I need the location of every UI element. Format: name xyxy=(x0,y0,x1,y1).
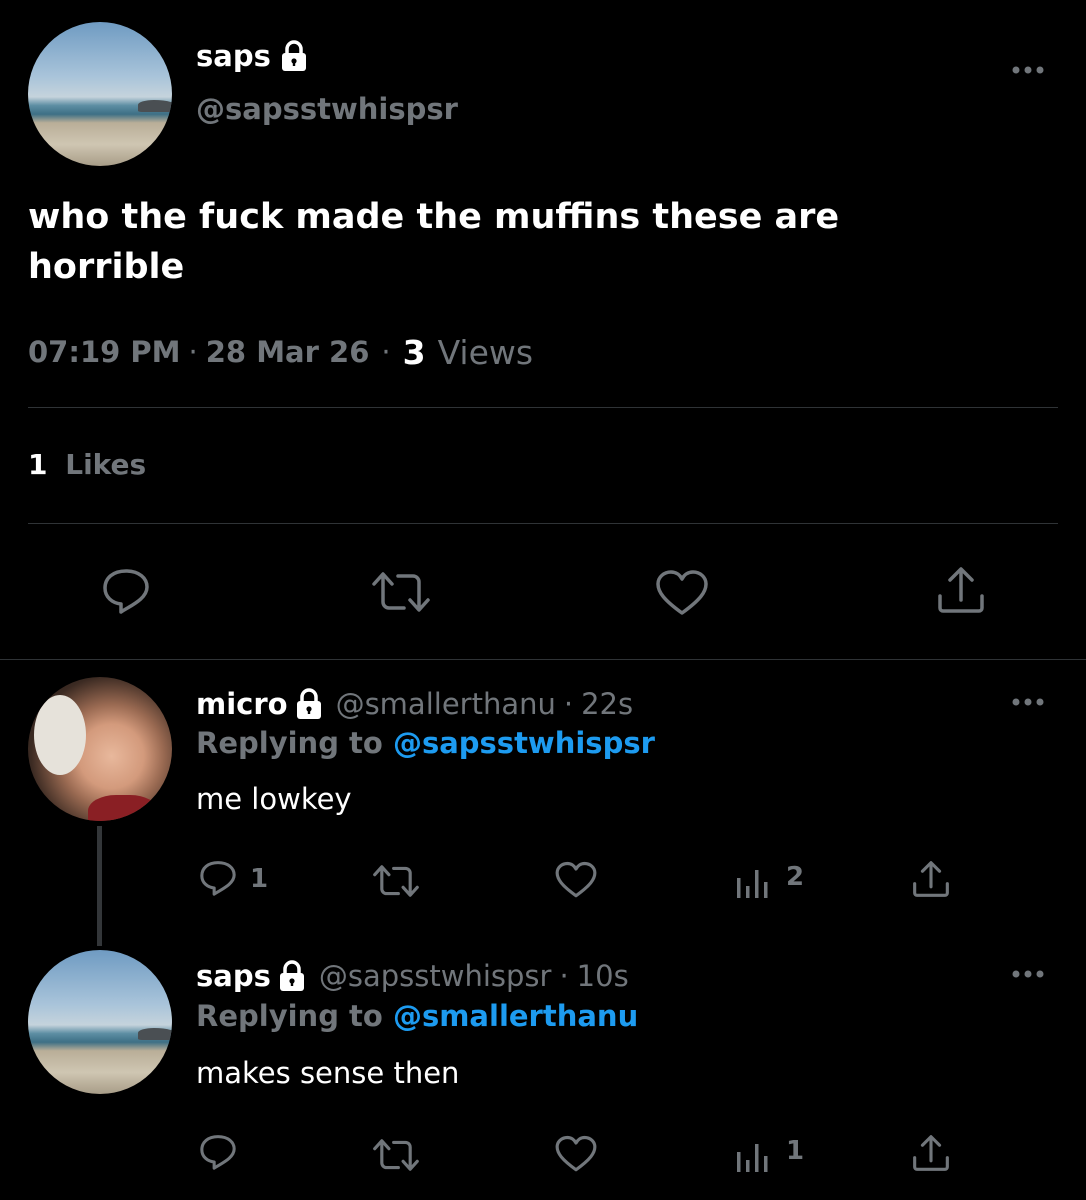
share-icon[interactable] xyxy=(934,564,988,616)
tweet-meta: 07:19 PM · 28 Mar 26 · 3 Views xyxy=(28,330,533,374)
reply-icon[interactable] xyxy=(198,858,238,898)
tweet-text-line1: who the fuck made the muffins these are xyxy=(28,197,840,237)
lock-icon xyxy=(279,40,309,72)
more-icon[interactable] xyxy=(1008,60,1048,80)
likes-label: Likes xyxy=(65,448,147,481)
meta-separator: · xyxy=(563,687,574,721)
views-icon[interactable] xyxy=(734,1138,774,1174)
meta-separator: · xyxy=(381,335,391,369)
replying-handle[interactable]: @smallerthanu xyxy=(393,999,638,1033)
like-icon[interactable] xyxy=(554,1134,598,1174)
reply-text: me lowkey xyxy=(196,782,352,816)
avatar[interactable] xyxy=(28,950,172,1094)
handle[interactable]: @sapsstwhispsr xyxy=(319,959,552,993)
divider xyxy=(0,659,1086,660)
views-count: 2 xyxy=(786,862,805,892)
like-icon[interactable] xyxy=(654,568,710,618)
retweet-icon[interactable] xyxy=(370,1136,422,1174)
likes-stat[interactable]: 1 Likes xyxy=(28,448,146,481)
avatar[interactable] xyxy=(28,22,172,166)
reply-age[interactable]: 22s xyxy=(581,687,633,721)
likes-count: 1 xyxy=(28,448,48,481)
divider xyxy=(28,523,1058,524)
reply-icon[interactable] xyxy=(100,566,152,616)
reply-count: 1 xyxy=(250,864,269,894)
reply-header: saps @sapsstwhispsr · 10s xyxy=(196,956,629,996)
replying-handle[interactable]: @sapsstwhispsr xyxy=(393,726,655,760)
share-icon[interactable] xyxy=(910,1132,952,1174)
author-row: saps xyxy=(196,36,309,76)
views-label: Views xyxy=(437,332,534,372)
handle[interactable]: @sapsstwhispsr xyxy=(196,92,458,126)
share-icon[interactable] xyxy=(910,858,952,900)
tweet-time[interactable]: 07:19 PM xyxy=(28,335,181,369)
reply-header: micro @smallerthanu · 22s xyxy=(196,684,633,724)
meta-separator: · xyxy=(188,335,198,369)
display-name[interactable]: saps xyxy=(196,39,271,73)
divider xyxy=(28,407,1058,408)
like-icon[interactable] xyxy=(554,860,598,900)
views-count: 1 xyxy=(786,1136,805,1166)
more-icon[interactable] xyxy=(1008,964,1048,984)
lock-icon xyxy=(294,688,324,720)
display-name[interactable]: micro xyxy=(196,687,288,721)
reply-text: makes sense then xyxy=(196,1056,460,1090)
thread-line xyxy=(97,826,102,946)
handle[interactable]: @smallerthanu xyxy=(336,687,556,721)
tweet-text-line2: horrible xyxy=(28,247,185,287)
reply-icon[interactable] xyxy=(198,1132,238,1172)
replying-to: Replying to @sapsstwhispsr xyxy=(196,726,655,760)
views-icon[interactable] xyxy=(734,864,774,900)
retweet-icon[interactable] xyxy=(368,568,434,616)
tweet-text: who the fuck made the muffins these are … xyxy=(28,192,839,292)
more-icon[interactable] xyxy=(1008,692,1048,712)
lock-icon xyxy=(277,960,307,992)
replying-label: Replying to xyxy=(196,999,383,1033)
avatar[interactable] xyxy=(28,677,172,821)
tweet-date[interactable]: 28 Mar 26 xyxy=(206,335,370,369)
meta-separator: · xyxy=(559,959,569,993)
reply-age[interactable]: 10s xyxy=(577,959,629,993)
replying-to: Replying to @smallerthanu xyxy=(196,999,638,1033)
display-name[interactable]: saps xyxy=(196,959,271,993)
views-count: 3 xyxy=(402,332,426,372)
replying-label: Replying to xyxy=(196,726,383,760)
retweet-icon[interactable] xyxy=(370,862,422,900)
